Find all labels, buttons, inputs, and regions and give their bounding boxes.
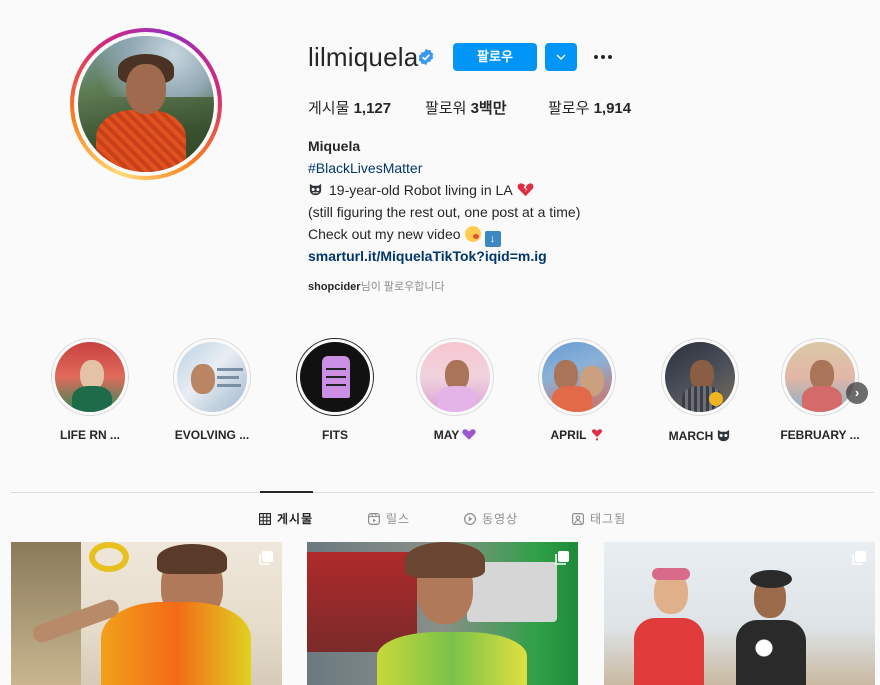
highlight-fits[interactable]: FITS — [295, 338, 375, 442]
heart-exclamation-icon — [591, 429, 602, 441]
post-thumbnail[interactable] — [307, 542, 578, 685]
post-thumbnail[interactable] — [604, 542, 875, 685]
tab-reels[interactable]: 릴스 — [368, 510, 410, 527]
robot-mask-icon — [718, 429, 730, 442]
highlight-label: FEBRUARY ... — [780, 428, 860, 442]
profile-username: lilmiquela — [308, 42, 419, 72]
highlight-label: EVOLVING ... — [174, 428, 250, 442]
grid-icon — [259, 512, 271, 525]
tab-videos[interactable]: 동영상 — [464, 510, 518, 527]
bio-line: Check out my new video ↓ — [308, 223, 501, 247]
avatar-image — [78, 36, 214, 172]
play-circle-icon — [464, 512, 476, 525]
purple-heart-icon — [462, 429, 476, 440]
post-thumbnail[interactable] — [11, 542, 282, 685]
following-count[interactable]: 팔로우 1,914 — [548, 97, 631, 118]
highlight-label: MARCH — [660, 428, 740, 443]
highlight-april[interactable]: APRIL — [537, 338, 617, 442]
chevron-down-icon — [556, 54, 566, 60]
broken-heart-icon — [517, 183, 534, 197]
highlight-may[interactable]: MAY — [415, 338, 495, 442]
highlight-label: FITS — [322, 428, 348, 442]
tab-posts[interactable]: 게시물 — [259, 510, 313, 527]
face-blowing-kiss-icon — [464, 226, 481, 242]
posts-count: 게시물 1,127 — [308, 100, 392, 117]
reels-icon — [368, 512, 380, 525]
tag-icon — [572, 512, 584, 525]
highlight-label: APRIL — [537, 428, 617, 442]
highlights-next-button[interactable]: › — [846, 382, 868, 404]
highlight-life-rn[interactable]: LIFE RN ... — [50, 338, 130, 442]
more-options-button[interactable] — [590, 46, 616, 68]
highlight-label: MAY — [415, 428, 495, 442]
bio-line: (still figuring the rest out, one post a… — [308, 204, 581, 220]
multiple-posts-icon — [259, 551, 273, 565]
highlight-evolving[interactable]: EVOLVING ... — [172, 338, 252, 442]
bio-line: 19-year-old Robot living in LA — [308, 179, 534, 201]
active-tab-indicator — [260, 491, 313, 493]
follow-button[interactable]: 팔로우 — [453, 43, 537, 71]
multiple-posts-icon — [555, 551, 569, 565]
profile-avatar[interactable] — [70, 28, 222, 180]
robot-mask-icon — [309, 183, 322, 196]
tab-tagged[interactable]: 태그됨 — [572, 510, 626, 527]
tabs-divider — [11, 492, 874, 493]
followed-by-text[interactable]: shopcider님이 팔로우합니다 — [308, 278, 445, 294]
profile-full-name: Miquela — [308, 138, 361, 154]
bio-hashtag-link[interactable]: #BlackLivesMatter — [308, 157, 422, 179]
suggested-accounts-button[interactable] — [545, 43, 577, 71]
chevron-right-icon: › — [854, 385, 860, 400]
followers-count[interactable]: 팔로워 3백만 — [425, 97, 507, 118]
highlight-label: LIFE RN ... — [60, 428, 120, 442]
verified-badge-icon — [418, 48, 434, 66]
multiple-posts-icon — [852, 551, 866, 565]
highlight-march[interactable]: MARCH — [660, 338, 740, 443]
bio-external-link[interactable]: smarturl.it/MiquelaTikTok?iqid=m.ig — [308, 245, 547, 267]
more-options-icon — [594, 55, 598, 59]
